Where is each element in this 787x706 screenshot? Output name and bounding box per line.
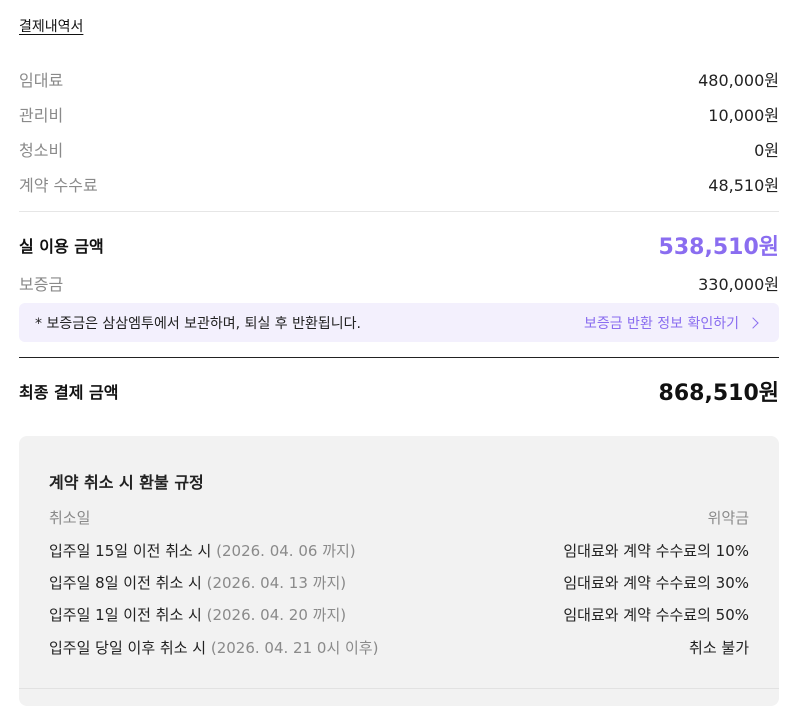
refund-policy-row: 입주일 8일 이전 취소 시 (2026. 04. 13 까지) 임대료와 계약… (49, 572, 749, 593)
actual-amount-row: 실 이용 금액 538,510원 (19, 229, 779, 261)
charge-label: 청소비 (19, 141, 64, 160)
deposit-label: 보증금 (19, 275, 64, 294)
statement-title-link[interactable]: 결제내역서 (19, 16, 83, 36)
cancel-condition: 입주일 1일 이전 취소 시 (2026. 04. 20 까지) (49, 604, 346, 625)
charge-label: 관리비 (19, 106, 64, 125)
divider-dark (19, 357, 779, 358)
refund-policy-title: 계약 취소 시 환불 규정 (49, 473, 204, 492)
column-header-cancel-date: 취소일 (49, 509, 91, 527)
actual-amount-value: 538,510원 (658, 235, 779, 260)
penalty-value: 임대료와 계약 수수료의 10% (563, 542, 749, 560)
penalty-value: 임대료와 계약 수수료의 30% (563, 574, 749, 592)
deposit-value: 330,000원 (698, 275, 779, 294)
actual-amount-label: 실 이용 금액 (19, 237, 104, 256)
divider (19, 211, 779, 212)
charge-row-contract-fee: 계약 수수료 48,510원 (19, 172, 779, 196)
deposit-info-link-label: 보증금 반환 정보 확인하기 (583, 315, 739, 332)
refund-policy-row: 입주일 당일 이후 취소 시 (2026. 04. 21 0시 이후) 취소 불… (49, 637, 749, 658)
cancel-condition: 입주일 당일 이후 취소 시 (2026. 04. 21 0시 이후) (49, 637, 378, 658)
refund-policy-row: 입주일 1일 이전 취소 시 (2026. 04. 20 까지) 임대료와 계약… (49, 604, 749, 625)
cancel-date: (2026. 04. 20 까지) (206, 606, 347, 624)
charge-value: 0원 (754, 141, 779, 160)
deposit-notice-text: * 보증금은 삼삼엠투에서 보관하며, 퇴실 후 반환됩니다. (35, 315, 361, 332)
final-amount-value: 868,510원 (658, 381, 779, 406)
refund-policy-row: 입주일 15일 이전 취소 시 (2026. 04. 06 까지) 임대료와 계… (49, 540, 749, 561)
penalty-value: 취소 불가 (689, 639, 749, 657)
charge-value: 480,000원 (698, 71, 779, 90)
charge-value: 48,510원 (708, 176, 779, 195)
cancel-date: (2026. 04. 13 까지) (206, 574, 347, 592)
cancel-when: 입주일 1일 이전 취소 시 (49, 606, 202, 624)
refund-policy-header: 취소일 위약금 (49, 507, 749, 528)
final-amount-row: 최종 결제 금액 868,510원 (19, 375, 779, 407)
cancel-date: (2026. 04. 06 까지) (216, 542, 356, 560)
deposit-row: 보증금 330,000원 (19, 271, 779, 295)
deposit-notice: * 보증금은 삼삼엠투에서 보관하며, 퇴실 후 반환됩니다. 보증금 반환 정… (19, 303, 779, 342)
charge-row-rent: 임대료 480,000원 (19, 67, 779, 91)
charge-row-cleaning: 청소비 0원 (19, 137, 779, 161)
deposit-info-link[interactable]: 보증금 반환 정보 확인하기 (584, 313, 763, 333)
cancel-condition: 입주일 8일 이전 취소 시 (2026. 04. 13 까지) (49, 572, 346, 593)
charge-label: 임대료 (19, 71, 64, 90)
charge-row-management: 관리비 10,000원 (19, 102, 779, 126)
cancel-date: (2026. 04. 21 0시 이후) (210, 639, 379, 657)
chevron-right-icon (747, 316, 759, 329)
refund-policy-panel: 계약 취소 시 환불 규정 취소일 위약금 입주일 15일 이전 취소 시 (2… (19, 436, 779, 706)
cancel-when: 입주일 8일 이전 취소 시 (49, 574, 202, 592)
charge-value: 10,000원 (708, 106, 779, 125)
penalty-value: 임대료와 계약 수수료의 50% (563, 606, 749, 624)
divider (19, 688, 779, 689)
cancel-when: 입주일 당일 이후 취소 시 (49, 639, 207, 657)
charge-label: 계약 수수료 (19, 176, 98, 195)
cancel-condition: 입주일 15일 이전 취소 시 (2026. 04. 06 까지) (49, 540, 356, 561)
column-header-penalty: 위약금 (707, 509, 749, 527)
final-amount-label: 최종 결제 금액 (19, 383, 119, 402)
cancel-when: 입주일 15일 이전 취소 시 (49, 542, 212, 560)
